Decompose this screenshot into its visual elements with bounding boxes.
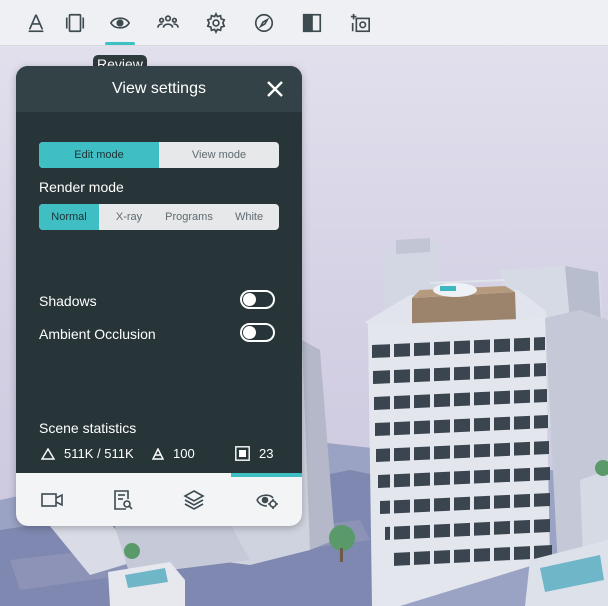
review-tool-button[interactable] (104, 7, 136, 45)
gear-icon (206, 12, 226, 34)
add-camera-tool-button[interactable] (344, 7, 376, 39)
panel-tabs (16, 473, 302, 526)
tab-view-settings[interactable] (231, 473, 302, 526)
ambient-occlusion-label: Ambient Occlusion (39, 326, 156, 342)
render-mode-label: Render mode (39, 179, 124, 195)
camera-icon (40, 492, 63, 507)
square-icon (235, 446, 250, 461)
tab-camera[interactable] (16, 473, 87, 526)
active-tool-indicator (105, 42, 135, 45)
settings-tool-button[interactable] (200, 7, 232, 39)
toggle-knob (243, 326, 256, 339)
render-normal-option[interactable]: Normal (39, 204, 99, 230)
tab-report[interactable] (87, 473, 158, 526)
ambient-occlusion-toggle[interactable] (240, 323, 275, 342)
render-programs-option[interactable]: Programs (159, 204, 219, 230)
split-view-icon (302, 13, 322, 33)
shadows-label: Shadows (39, 293, 97, 309)
panel-title: View settings (112, 80, 206, 97)
scene-statistics-label: Scene statistics (39, 420, 137, 436)
view-settings-icon (255, 493, 278, 509)
eye-icon (109, 17, 131, 29)
toggle-knob (243, 293, 256, 306)
add-camera-icon (350, 13, 370, 33)
object-count-value: 100 (173, 446, 195, 461)
view-settings-panel: View settings Edit mode View mode Render… (16, 66, 302, 526)
triangle-count-stat: 511K / 511K (41, 446, 134, 461)
report-search-icon (113, 489, 133, 510)
item-count-stat: 23 (235, 446, 273, 461)
render-mode-switch: Normal X-ray Programs White (39, 204, 279, 230)
triangle-count-value: 511K / 511K (64, 446, 134, 461)
layers-icon (182, 489, 205, 510)
people-icon (157, 15, 179, 28)
render-white-option[interactable]: White (219, 204, 279, 230)
object-count-stat: 100 (152, 446, 195, 461)
panels-icon (65, 13, 85, 33)
view-mode-option[interactable]: View mode (159, 142, 279, 168)
compass-icon (254, 13, 274, 33)
people-tool-button[interactable] (152, 7, 184, 39)
render-xray-option[interactable]: X-ray (99, 204, 159, 230)
close-icon (267, 81, 283, 97)
panel-header: View settings (16, 66, 302, 112)
close-button[interactable] (264, 78, 286, 100)
measure-tool-button[interactable] (20, 7, 52, 39)
triangle-icon (41, 447, 55, 460)
top-toolbar (0, 0, 608, 46)
measure-icon (152, 447, 164, 460)
compass-tool-button[interactable] (248, 7, 280, 39)
panels-tool-button[interactable] (59, 7, 91, 39)
item-count-value: 23 (259, 446, 274, 461)
tab-layers[interactable] (158, 473, 229, 526)
mode-switch: Edit mode View mode (39, 142, 279, 168)
edit-mode-option[interactable]: Edit mode (39, 142, 159, 168)
shadows-toggle[interactable] (240, 290, 275, 309)
split-view-tool-button[interactable] (296, 7, 328, 39)
measure-icon (28, 14, 44, 33)
